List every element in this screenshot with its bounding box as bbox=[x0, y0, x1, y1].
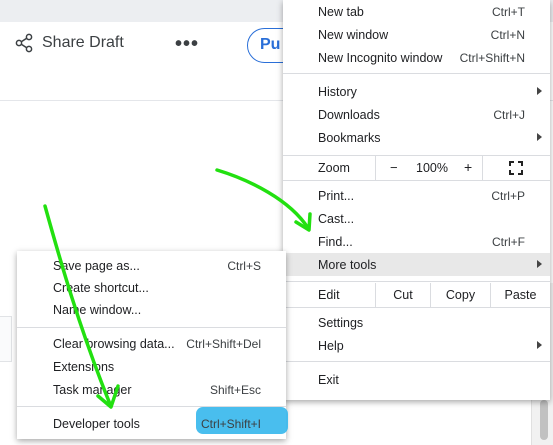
submenu-item-developer-tools[interactable]: Developer tools Ctrl+Shift+I bbox=[17, 413, 286, 435]
menu-item-help[interactable]: Help bbox=[283, 334, 550, 357]
submenu-arrow-icon bbox=[537, 341, 542, 349]
menu-item-label: Developer tools bbox=[53, 417, 140, 431]
menu-item-label: Find... bbox=[318, 234, 353, 249]
submenu-arrow-icon bbox=[537, 133, 542, 141]
share-icon bbox=[15, 33, 33, 53]
menu-item-bookmarks[interactable]: Bookmarks bbox=[283, 126, 550, 149]
menu-item-shortcut: Ctrl+Shift+N bbox=[459, 50, 525, 65]
zoom-row: Zoom − 100% + bbox=[283, 156, 550, 180]
zoom-in-button[interactable]: + bbox=[464, 159, 472, 175]
submenu-item-save-page-as[interactable]: Save page as... Ctrl+S bbox=[17, 255, 286, 277]
menu-item-more-tools[interactable]: More tools bbox=[283, 253, 550, 276]
menu-item-label: Clear browsing data... bbox=[53, 337, 175, 351]
browser-main-menu: New tab Ctrl+T New window Ctrl+N New Inc… bbox=[283, 0, 550, 400]
menu-item-label: Extensions bbox=[53, 360, 115, 374]
submenu-item-extensions[interactable]: Extensions bbox=[17, 356, 286, 378]
share-draft-button[interactable]: Share Draft bbox=[14, 33, 124, 53]
menu-item-label: Exit bbox=[318, 372, 339, 387]
menu-item-label: Bookmarks bbox=[318, 130, 381, 145]
menu-divider bbox=[283, 307, 550, 308]
menu-item-label: Settings bbox=[318, 315, 364, 330]
menu-item-label: New tab bbox=[318, 4, 364, 19]
menu-divider bbox=[17, 406, 286, 407]
menu-item-settings[interactable]: Settings bbox=[283, 311, 550, 334]
menu-item-history[interactable]: History bbox=[283, 80, 550, 103]
submenu-item-clear-browsing-data[interactable]: Clear browsing data... Ctrl+Shift+Del bbox=[17, 333, 286, 355]
submenu-item-create-shortcut[interactable]: Create shortcut... bbox=[17, 277, 286, 299]
menu-item-new-window[interactable]: New window Ctrl+N bbox=[283, 23, 550, 46]
edit-label: Edit bbox=[318, 288, 340, 302]
menu-item-find[interactable]: Find... Ctrl+F bbox=[283, 230, 550, 253]
menu-item-shortcut: Ctrl+J bbox=[493, 107, 525, 122]
zoom-controls: − 100% + bbox=[375, 156, 483, 180]
share-draft-label: Share Draft bbox=[42, 34, 124, 51]
menu-item-label: Print... bbox=[318, 188, 355, 203]
menu-item-label: Save page as... bbox=[53, 259, 140, 273]
paste-button[interactable]: Paste bbox=[490, 283, 550, 307]
menu-item-shortcut: Ctrl+N bbox=[490, 27, 525, 42]
menu-item-label: Name window... bbox=[53, 303, 142, 317]
more-options-icon[interactable]: ••• bbox=[175, 34, 199, 54]
submenu-arrow-icon bbox=[537, 260, 542, 268]
menu-item-shortcut: Ctrl+Shift+Del bbox=[186, 337, 261, 351]
fullscreen-icon[interactable] bbox=[509, 161, 523, 175]
scrollbar-thumb[interactable] bbox=[540, 400, 548, 440]
menu-item-print[interactable]: Print... Ctrl+P bbox=[283, 184, 550, 207]
menu-item-shortcut: Ctrl+T bbox=[492, 4, 525, 19]
menu-item-label: New window bbox=[318, 27, 389, 42]
menu-item-shortcut: Ctrl+Shift+I bbox=[200, 417, 261, 431]
menu-item-label: More tools bbox=[318, 257, 377, 272]
more-tools-submenu: Save page as... Ctrl+S Create shortcut..… bbox=[17, 251, 288, 439]
submenu-item-name-window[interactable]: Name window... bbox=[17, 299, 286, 321]
menu-divider bbox=[283, 180, 550, 181]
side-panel-edge bbox=[0, 316, 12, 362]
menu-divider bbox=[283, 361, 550, 362]
submenu-item-task-manager[interactable]: Task manager Shift+Esc bbox=[17, 379, 286, 401]
menu-divider bbox=[17, 327, 286, 328]
menu-item-exit[interactable]: Exit bbox=[283, 368, 550, 391]
menu-divider bbox=[283, 281, 550, 282]
menu-item-shortcut: Ctrl+S bbox=[227, 259, 261, 273]
menu-item-label: Downloads bbox=[318, 107, 380, 122]
menu-item-label: History bbox=[318, 84, 357, 99]
submenu-arrow-icon bbox=[537, 87, 542, 95]
menu-item-downloads[interactable]: Downloads Ctrl+J bbox=[283, 103, 550, 126]
menu-divider bbox=[283, 73, 550, 74]
edit-row: Edit Cut Copy Paste bbox=[283, 283, 550, 307]
zoom-level: 100% bbox=[416, 161, 448, 175]
menu-item-cast[interactable]: Cast... bbox=[283, 207, 550, 230]
menu-item-label: Task manager bbox=[53, 383, 132, 397]
menu-item-label: New Incognito window bbox=[318, 50, 443, 65]
menu-item-new-incognito-window[interactable]: New Incognito window Ctrl+Shift+N bbox=[283, 46, 550, 69]
zoom-out-button[interactable]: − bbox=[390, 160, 398, 175]
menu-item-label: Create shortcut... bbox=[53, 281, 149, 295]
menu-item-label: Cast... bbox=[318, 211, 355, 226]
cut-button[interactable]: Cut bbox=[375, 283, 430, 307]
menu-item-shortcut: Shift+Esc bbox=[209, 383, 261, 397]
copy-button[interactable]: Copy bbox=[430, 283, 490, 307]
menu-item-new-tab[interactable]: New tab Ctrl+T bbox=[283, 0, 550, 23]
menu-item-label: Help bbox=[318, 338, 344, 353]
menu-item-shortcut: Ctrl+P bbox=[491, 188, 525, 203]
zoom-label: Zoom bbox=[318, 161, 350, 175]
menu-item-shortcut: Ctrl+F bbox=[492, 234, 525, 249]
